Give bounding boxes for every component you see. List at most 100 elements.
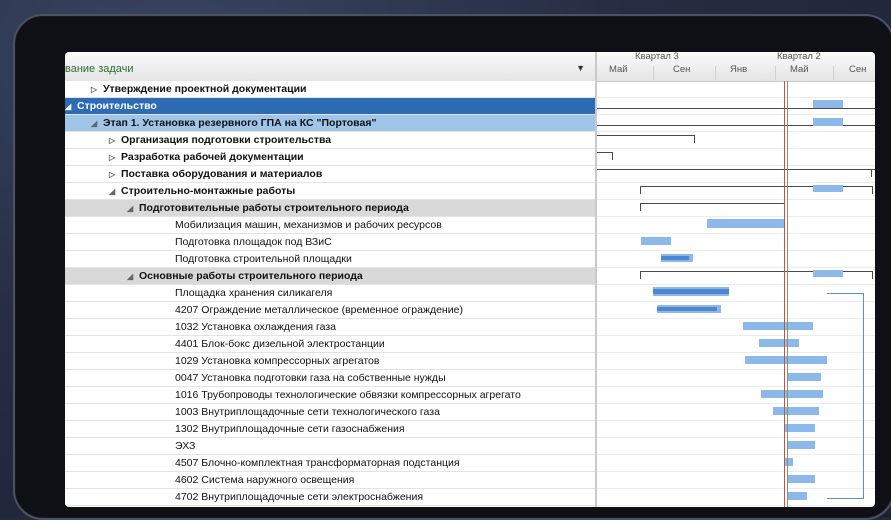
expand-arrow-icon[interactable]: ▷	[109, 166, 121, 182]
gantt-row	[597, 251, 875, 268]
task-bar[interactable]	[787, 441, 815, 449]
month-divider	[775, 66, 776, 80]
task-row[interactable]: ▷ Разработка рабочей документации	[65, 149, 595, 166]
task-row[interactable]: ◢ Основные работы строительного периода	[65, 268, 595, 285]
summary-bracket	[640, 203, 785, 204]
task-bar[interactable]	[707, 219, 784, 228]
summary-bracket	[694, 135, 695, 143]
task-row[interactable]: 4401 Блок-бокс дизельной электростанции	[65, 336, 595, 353]
task-row[interactable]: ◢ Строительство	[65, 98, 595, 115]
collapse-arrow-icon[interactable]: ◢	[127, 268, 139, 284]
task-list-pane: вание задачи ▼ ▷ Утверждение проектной до…	[65, 52, 595, 507]
task-bar[interactable]	[813, 118, 843, 126]
collapse-arrow-icon[interactable]: ◢	[109, 183, 121, 199]
task-row[interactable]: 1029 Установка компрессорных агрегатов	[65, 353, 595, 370]
summary-bracket	[640, 186, 641, 194]
gantt-chart-pane: Квартал 3 Квартал 2 Май Сен Янв Май Сен	[597, 52, 875, 507]
column-title: вание задачи	[65, 63, 134, 75]
task-bar[interactable]	[813, 100, 843, 108]
task-row[interactable]: 1032 Установка охлаждения газа	[65, 319, 595, 336]
task-row[interactable]: 4602 Система наружного освещения	[65, 472, 595, 489]
expand-arrow-icon[interactable]: ▷	[109, 132, 121, 148]
summary-bracket	[872, 186, 873, 194]
task-row[interactable]: 4207 Ограждение металлическое (временное…	[65, 302, 595, 319]
task-bar[interactable]	[761, 390, 823, 398]
task-bar[interactable]	[657, 307, 717, 311]
task-row[interactable]: Площадка хранения силикагеля	[65, 285, 595, 302]
summary-bracket	[640, 271, 641, 279]
task-row[interactable]: 4702 Внутриплощадочные сети электроснабж…	[65, 489, 595, 506]
task-label: 0047 Установка подготовки газа на собств…	[175, 372, 446, 384]
task-bar[interactable]	[661, 256, 689, 260]
task-bar[interactable]	[773, 407, 819, 415]
task-label: Организация подготовки строительства	[121, 134, 332, 146]
dependency-connector	[827, 293, 864, 499]
expand-arrow-icon[interactable]: ▷	[109, 149, 121, 165]
task-row[interactable]: 1016 Трубопроводы технологические обвязк…	[65, 387, 595, 404]
summary-bracket	[871, 169, 872, 177]
task-row[interactable]: 0047 Установка подготовки газа на собств…	[65, 370, 595, 387]
summary-bracket	[597, 108, 875, 109]
task-bar[interactable]	[759, 339, 799, 347]
task-label: 4702 Внутриплощадочные сети электроснабж…	[175, 491, 424, 503]
task-row[interactable]: Мобилизация машин, механизмов и рабочих …	[65, 217, 595, 234]
task-label: Основные работы строительного периода	[139, 270, 363, 282]
task-row[interactable]: 1003 Внутриплощадочные сети технологичес…	[65, 404, 595, 421]
task-bar[interactable]	[745, 356, 827, 364]
task-bar[interactable]	[813, 185, 843, 192]
today-line	[784, 81, 785, 507]
summary-bracket	[612, 152, 613, 160]
collapse-arrow-icon[interactable]: ◢	[91, 115, 103, 131]
collapse-arrow-icon[interactable]: ◢	[127, 200, 139, 216]
task-label: Разработка рабочей документации	[121, 151, 304, 163]
summary-bracket	[640, 203, 641, 211]
summary-bracket	[597, 169, 875, 170]
expand-arrow-icon[interactable]: ▷	[91, 81, 103, 97]
task-label: 1302 Внутриплощадочные сети газоснабжени…	[175, 423, 405, 435]
gantt-row	[597, 149, 875, 166]
task-label: Строительство	[77, 100, 157, 112]
task-label: Мобилизация машин, механизмов и рабочих …	[175, 219, 442, 231]
timeline-header: Квартал 3 Квартал 2 Май Сен Янв Май Сен	[597, 52, 875, 82]
task-row[interactable]: 1302 Внутриплощадочные сети газоснабжени…	[65, 421, 595, 438]
task-label: 1003 Внутриплощадочные сети технологичес…	[175, 406, 440, 418]
task-bar[interactable]	[743, 322, 813, 330]
task-row[interactable]: ◢ Подготовительные работы строительного п…	[65, 200, 595, 217]
task-row[interactable]: 4507 Блочно-комплектная трансформаторная…	[65, 455, 595, 472]
task-label: 4602 Система наружного освещения	[175, 474, 355, 486]
task-name-column-header[interactable]: вание задачи ▼	[65, 52, 595, 82]
task-bar[interactable]	[785, 424, 815, 432]
task-row[interactable]: ▷ Утверждение проектной документации	[65, 81, 595, 98]
task-row[interactable]: Подготовка площадок под ВЗиС	[65, 234, 595, 251]
collapse-arrow-icon[interactable]: ◢	[65, 98, 77, 114]
task-bar[interactable]	[787, 373, 821, 381]
task-row[interactable]: ▷ Организация подготовки строительства	[65, 132, 595, 149]
task-label: 1016 Трубопроводы технологические обвязк…	[175, 389, 521, 401]
month-divider	[715, 66, 716, 80]
task-label: Подготовительные работы строительного пе…	[139, 202, 409, 214]
task-row[interactable]: ◢ Строительно-монтажные работы	[65, 183, 595, 200]
summary-bracket	[597, 152, 613, 153]
task-row[interactable]: ЭХЗ	[65, 438, 595, 455]
task-row[interactable]: ◢ Этап 1. Установка резервного ГПА на КС …	[65, 115, 595, 132]
quarter-label: Квартал 3	[635, 52, 679, 62]
task-bar[interactable]	[787, 492, 807, 500]
task-row[interactable]: ▷ Поставка оборудования и материалов	[65, 166, 595, 183]
month-label: Май	[790, 64, 809, 75]
task-label: ЭХЗ	[175, 440, 196, 452]
gantt-row	[597, 183, 875, 200]
task-label: Строительно-монтажные работы	[121, 185, 296, 197]
task-label: Утверждение проектной документации	[103, 83, 307, 95]
gantt-row	[597, 234, 875, 251]
status-date-line	[787, 81, 788, 507]
tablet-frame: вание задачи ▼ ▷ Утверждение проектной до…	[13, 14, 891, 520]
task-bar[interactable]	[787, 475, 815, 483]
task-label: 1029 Установка компрессорных агрегатов	[175, 355, 380, 367]
gantt-row	[597, 217, 875, 234]
task-bar[interactable]	[653, 289, 729, 294]
task-bar[interactable]	[813, 270, 843, 277]
task-row[interactable]: Подготовка строительной площадки	[65, 251, 595, 268]
gantt-row	[597, 81, 875, 98]
sort-icon[interactable]: ▼	[576, 63, 585, 73]
task-bar[interactable]	[641, 237, 671, 245]
